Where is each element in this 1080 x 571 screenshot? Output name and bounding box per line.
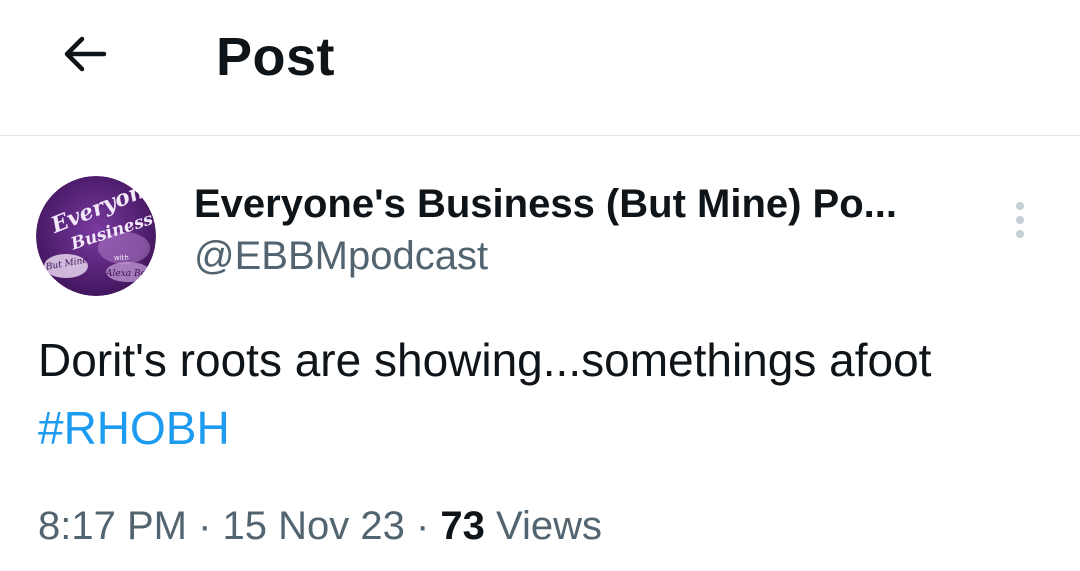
post-time[interactable]: 8:17 PM <box>38 504 187 548</box>
back-button[interactable] <box>52 22 116 86</box>
svg-text:Alexa Bea: Alexa Bea <box>105 269 151 279</box>
post-date[interactable]: 15 Nov 23 <box>223 504 405 548</box>
post-metadata: 8:17 PM · 15 Nov 23 · 73 Views <box>38 498 602 554</box>
svg-text:with: with <box>114 254 129 262</box>
post-page: Post Everyone's Business But Mine with A… <box>0 0 1080 571</box>
more-vertical-icon <box>1016 202 1024 210</box>
meta-separator: · <box>404 504 441 548</box>
post-text: Dorit's roots are showing...somethings a… <box>38 334 932 386</box>
more-vertical-icon-dot <box>1016 216 1024 224</box>
meta-separator: · <box>186 504 223 548</box>
hashtag-link[interactable]: #RHOBH <box>38 402 230 454</box>
views-count[interactable]: 73 <box>440 504 485 548</box>
more-options-button[interactable] <box>1000 196 1040 244</box>
author-handle[interactable]: @EBBMpodcast <box>194 232 488 280</box>
page-title: Post <box>216 27 336 87</box>
author-display-name[interactable]: Everyone's Business (But Mine) Po... <box>194 180 897 228</box>
top-bar: Post <box>0 0 1080 136</box>
avatar[interactable]: Everyone's Business But Mine with Alexa … <box>36 176 156 296</box>
more-vertical-icon-dot <box>1016 230 1024 238</box>
views-label: Views <box>484 504 602 548</box>
post-body: Dorit's roots are showing...somethings a… <box>38 326 1038 462</box>
arrow-left-icon <box>64 36 107 72</box>
podcast-logo-avatar: Everyone's Business But Mine with Alexa … <box>36 176 156 296</box>
